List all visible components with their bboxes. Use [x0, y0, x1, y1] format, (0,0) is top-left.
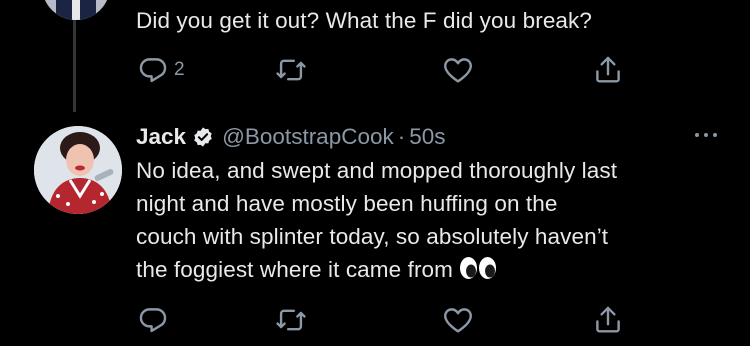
previous-tweet-action-bar: 2 [136, 53, 636, 87]
heart-icon [444, 58, 472, 83]
retweet-icon [276, 309, 306, 331]
retweet-button[interactable] [274, 303, 308, 337]
share-icon [596, 306, 620, 333]
like-button[interactable] [441, 53, 475, 87]
previous-author-avatar[interactable] [42, 0, 110, 20]
reply-tweet-header: Jack @BootstrapCook · 50s [136, 120, 446, 154]
tweet-timestamp[interactable]: 50s [409, 124, 445, 150]
author-handle[interactable]: @BootstrapCook [222, 124, 394, 150]
like-button[interactable] [441, 303, 475, 337]
heart-icon [444, 308, 472, 333]
reply-count: 2 [174, 59, 185, 80]
reply-button[interactable] [136, 303, 174, 337]
reply-icon [139, 58, 167, 83]
reply-icon [139, 308, 167, 333]
share-button[interactable] [591, 53, 625, 87]
more-options-icon[interactable] [694, 130, 718, 140]
separator-dot: · [397, 124, 406, 149]
eyes-emoji [460, 257, 496, 279]
previous-tweet-text: Did you get it out? What the F did you b… [136, 8, 593, 33]
reply-button[interactable]: 2 [136, 53, 185, 87]
reply-author-avatar[interactable] [34, 126, 122, 214]
retweet-icon [276, 59, 306, 81]
reply-tweet-text: No idea, and swept and mopped thoroughly… [136, 154, 736, 286]
reply-tweet-body: No idea, and swept and mopped thoroughly… [136, 158, 618, 282]
verified-badge-icon [194, 127, 212, 147]
share-button[interactable] [591, 303, 625, 337]
conversation-thread: Did you get it out? What the F did you b… [0, 0, 750, 346]
reply-tweet-action-bar [136, 303, 636, 337]
author-name[interactable]: Jack [136, 124, 186, 150]
retweet-button[interactable] [274, 53, 308, 87]
share-icon [596, 56, 620, 83]
